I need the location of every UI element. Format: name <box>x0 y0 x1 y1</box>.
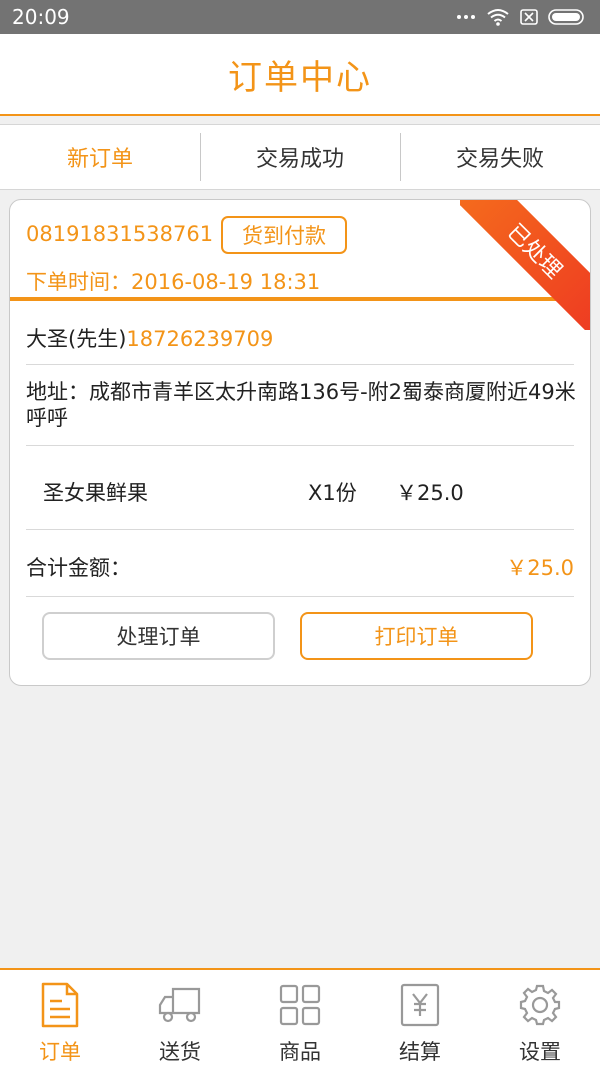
order-time: 下单时间：2016-08-19 18:31 <box>26 270 321 294</box>
nav-goods[interactable]: 商品 <box>240 970 360 1067</box>
tab-success[interactable]: 交易成功 <box>200 125 400 189</box>
grid-goods-icon <box>277 980 323 1030</box>
status-ribbon: 已处理 <box>460 200 590 330</box>
wifi-icon <box>487 9 509 26</box>
tab-failed[interactable]: 交易失败 <box>400 125 600 189</box>
item-name: 圣女果鲜果 <box>43 481 148 505</box>
nav-orders[interactable]: 订单 <box>0 970 120 1067</box>
status-time: 20:09 <box>12 5 70 29</box>
tab-new-orders[interactable]: 新订单 <box>0 125 200 189</box>
nav-delivery[interactable]: 送货 <box>120 970 240 1067</box>
item-price: ￥25.0 <box>396 481 464 505</box>
nav-label: 设置 <box>519 1040 561 1064</box>
nav-settings[interactable]: 设置 <box>480 970 600 1067</box>
page-title: 订单中心 <box>228 57 372 98</box>
status-icons <box>456 8 588 26</box>
nav-label: 订单 <box>39 1040 81 1064</box>
nav-label: 送货 <box>159 1040 201 1064</box>
status-bar: 20:09 <box>0 0 600 34</box>
delivery-address: 地址：成都市青羊区太升南路136号-附2蜀泰商厦附近49米 呼呼 <box>26 380 576 430</box>
customer-info: 大圣(先生)18726239709 <box>26 323 273 353</box>
delivery-truck-icon <box>157 980 203 1030</box>
battery-icon <box>548 9 584 25</box>
nav-label: 商品 <box>279 1040 321 1064</box>
divider <box>26 364 574 365</box>
print-order-button[interactable]: 打印订单 <box>300 612 533 660</box>
bottom-nav: 订单 送货 商品 结算 设置 <box>0 968 600 1067</box>
order-card: 08191831538761 货到付款 下单时间：2016-08-19 18:3… <box>9 199 591 686</box>
status-ribbon-label: 已处理 <box>460 200 590 330</box>
divider <box>26 529 574 530</box>
signal-dots-icon <box>457 15 475 19</box>
process-order-button[interactable]: 处理订单 <box>42 612 275 660</box>
item-qty: X1份 <box>308 481 357 505</box>
order-doc-icon <box>37 980 83 1030</box>
payment-badge: 货到付款 <box>221 216 347 254</box>
customer-name: 大圣(先生) <box>26 327 127 351</box>
app-header: 订单中心 <box>0 34 600 116</box>
yen-settle-icon <box>397 980 443 1030</box>
order-tabs: 新订单 交易成功 交易失败 <box>0 124 600 190</box>
divider <box>26 445 574 446</box>
nav-label: 结算 <box>399 1040 441 1064</box>
no-sim-icon <box>520 9 538 25</box>
divider <box>26 596 574 597</box>
nav-settlement[interactable]: 结算 <box>360 970 480 1067</box>
total-value: ￥25.0 <box>506 556 574 580</box>
customer-phone[interactable]: 18726239709 <box>126 327 273 351</box>
gear-icon <box>517 980 563 1030</box>
total-label: 合计金额： <box>26 556 131 580</box>
order-number: 08191831538761 <box>26 222 214 246</box>
